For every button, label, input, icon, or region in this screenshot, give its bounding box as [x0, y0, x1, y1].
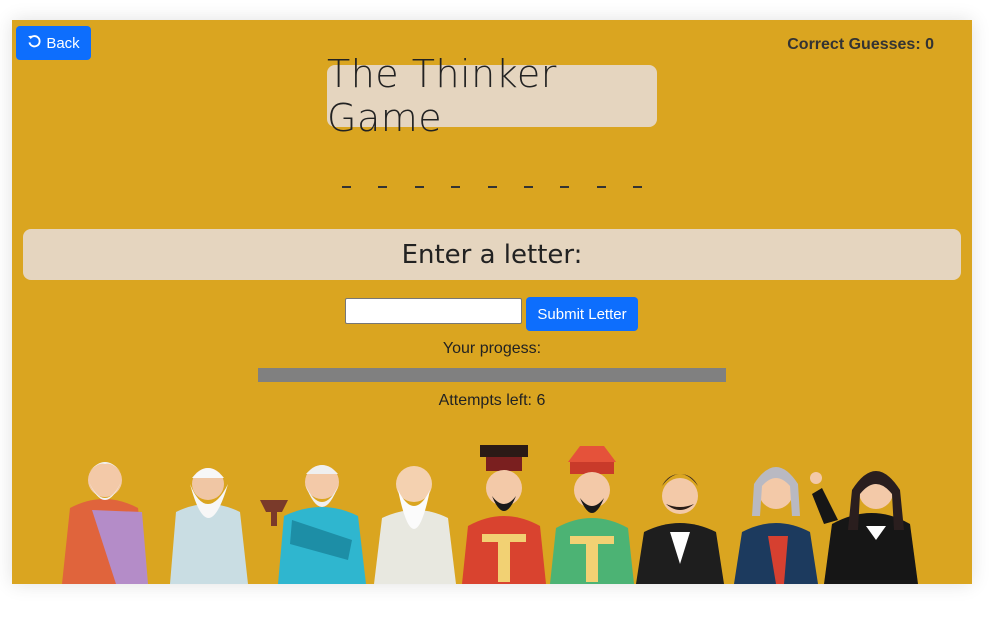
letter-blank — [378, 186, 388, 188]
letter-blank — [451, 186, 461, 188]
letter-blank — [633, 186, 642, 188]
letter-blank — [414, 186, 424, 188]
attempts-value: 6 — [536, 392, 546, 409]
attempts-label: Attempts left: — [438, 392, 532, 409]
correct-guesses: Correct Guesses: 0 — [787, 36, 934, 54]
philosophers-illustration — [62, 445, 918, 584]
title-panel: The Thinker Game — [327, 52, 657, 140]
letter-blank — [596, 186, 606, 188]
letter-prompt: Enter a letter: — [401, 239, 583, 270]
game-title: The Thinker Game — [327, 52, 557, 140]
letter-blank — [523, 186, 533, 188]
philosopher-figure — [62, 462, 148, 584]
letter-blank — [342, 186, 351, 188]
game-container: Back Correct Guesses: 0 The Thinker Game… — [12, 20, 972, 584]
back-label: Back — [46, 34, 80, 52]
philosopher-figure — [810, 471, 918, 584]
score-value: 0 — [925, 36, 934, 53]
word-blanks — [342, 170, 642, 188]
attempts-left: Attempts left: 6 — [12, 392, 972, 410]
letter-blank — [487, 186, 497, 188]
philosopher-figure — [636, 474, 724, 584]
rotate-left-icon — [27, 34, 42, 53]
progress-label: Your progess: — [442, 340, 542, 357]
score-label: Correct Guesses: — [787, 36, 921, 53]
philosopher-figure — [278, 465, 366, 584]
back-button[interactable]: Back — [16, 26, 91, 60]
philosopher-figure — [170, 468, 288, 584]
progress-bar — [258, 368, 726, 382]
submit-letter-button[interactable]: Submit Letter — [526, 297, 638, 331]
philosopher-figure — [734, 467, 818, 584]
philosopher-figure — [374, 466, 456, 584]
letter-input[interactable] — [345, 298, 522, 324]
philosopher-figure — [462, 445, 546, 584]
letter-blank — [560, 186, 570, 188]
prompt-panel: Enter a letter: — [23, 229, 961, 280]
philosopher-figure — [550, 446, 634, 584]
